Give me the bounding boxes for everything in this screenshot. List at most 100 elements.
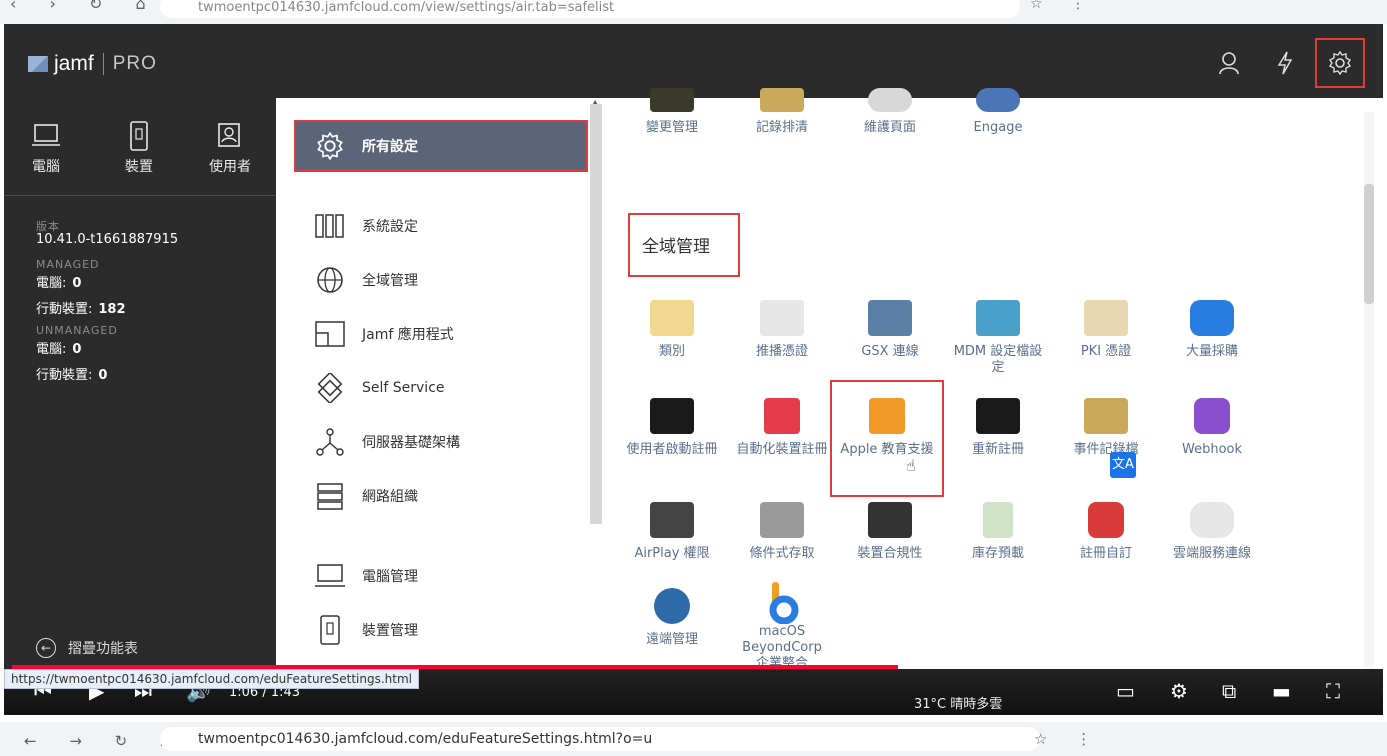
tile-change-management[interactable]: 變更管理 (624, 88, 720, 136)
category-label: 電腦管理 (362, 569, 418, 585)
left-sidebar: 電腦 裝置 使用者 版本 10.41.0-t1661887915 MANAGED… (4, 100, 276, 689)
tile-cloud-services-connection[interactable]: 雲端服務連線 (1164, 502, 1260, 562)
re-enrollment-icon (976, 398, 1020, 434)
tile-macos-beyondcorp[interactable]: macOS BeyondCorp 企業整合 (734, 580, 830, 672)
unmanaged-computers: 電腦: 0 (36, 342, 82, 357)
gsx-icon (868, 300, 912, 336)
tile-device-compliance[interactable]: 裝置合規性 (842, 502, 938, 562)
category-network-organization[interactable]: 網路組織 (296, 472, 588, 520)
tile-gsx-connection[interactable]: GSX 連線 (842, 300, 938, 360)
tile-label: Webhook (1181, 442, 1243, 457)
fullscreen-icon[interactable]: ⛶ (1326, 679, 1340, 703)
category-global-management[interactable]: 全域管理 (296, 256, 588, 304)
tile-inventory-preload[interactable]: 庫存預載 (950, 502, 1046, 562)
tile-log-flushing[interactable]: 記錄排清 (734, 88, 830, 136)
tile-label: PKI 憑證 (1080, 344, 1132, 359)
translate-icon[interactable]: 文A (1110, 452, 1136, 478)
tile-re-enrollment[interactable]: 重新註冊 (950, 398, 1046, 458)
settings-category-list: 所有設定 系統設定 全域管理 Jamf 應用程式 Self Service 伺服… (276, 98, 602, 689)
section-title-global-management: 全域管理 (628, 213, 740, 277)
logo-separator (102, 53, 104, 75)
category-server-infrastructure[interactable]: 伺服器基礎架構 (296, 418, 588, 466)
tile-label: 遠端管理 (645, 632, 698, 647)
tile-pki-certificates[interactable]: PKI 憑證 (1058, 300, 1154, 360)
category-jamf-apps[interactable]: Jamf 應用程式 (296, 310, 588, 358)
change-management-icon (650, 88, 694, 112)
tile-label: 條件式存取 (749, 546, 815, 561)
unmanaged-label: UNMANAGED (36, 324, 118, 337)
network-node-icon (312, 424, 348, 460)
category-label: 系統設定 (362, 219, 418, 235)
tile-label: 維護頁面 (863, 120, 916, 135)
airplay-icon (650, 502, 694, 538)
category-scrollbar[interactable] (590, 104, 602, 524)
status-bar-url: https://twmoentpc014630.jamfcloud.com/ed… (4, 669, 419, 689)
category-all-settings[interactable]: 所有設定 (294, 120, 588, 172)
settings-panel: 所有設定 系統設定 全域管理 Jamf 應用程式 Self Service 伺服… (276, 88, 1383, 689)
tile-label: AirPlay 權限 (634, 546, 710, 561)
address-bar-top[interactable]: twmoentpc014630.jamfcloud.com/view/setti… (160, 0, 1020, 18)
nav-users[interactable]: 使用者 (200, 116, 260, 176)
nav-users-label: 使用者 (209, 159, 251, 175)
event-log-icon (1084, 398, 1128, 434)
tile-apple-education-support[interactable]: Apple 教育支援 ☝ (830, 380, 944, 497)
tile-mdm-profile-settings[interactable]: MDM 設定檔設定 (950, 300, 1046, 376)
nav-computers[interactable]: 電腦 (16, 116, 76, 176)
certificate-icon (1084, 300, 1128, 336)
tile-categories[interactable]: 類別 (624, 300, 720, 360)
tile-automated-device-enrollment[interactable]: 自動化裝置註冊 (734, 398, 830, 458)
education-icon (869, 398, 905, 434)
cloud-service-icon (1190, 502, 1234, 538)
address-bar[interactable]: twmoentpc014630.jamfcloud.com/eduFeature… (160, 727, 1040, 751)
category-device-management[interactable]: 裝置管理 (296, 606, 588, 654)
browser-extensions-top[interactable]: ☆ ⋮ (1030, 0, 1097, 12)
jamf-logo[interactable]: jamf PRO (28, 51, 157, 77)
tile-conditional-access[interactable]: 條件式存取 (734, 502, 830, 562)
tile-user-initiated-enrollment[interactable]: 使用者啟動註冊 (624, 398, 720, 458)
app-store-icon (1190, 300, 1234, 336)
tile-label: 庫存預載 (971, 546, 1024, 561)
arrow-left-circle-icon: ← (36, 638, 56, 658)
engage-icon (976, 88, 1020, 112)
category-label: Jamf 應用程式 (362, 327, 454, 343)
settings-icon[interactable]: ⚙ (1170, 679, 1188, 703)
subtitles-icon[interactable]: ▭ (1116, 679, 1135, 703)
nav-devices-label: 裝置 (125, 159, 153, 175)
managed-computers: 電腦: 0 (36, 276, 82, 291)
tile-label: 類別 (658, 344, 685, 359)
tile-webhook[interactable]: Webhook (1164, 398, 1260, 458)
version-label: 版本 (36, 220, 60, 233)
lightning-icon[interactable] (1270, 48, 1300, 78)
user-icon[interactable] (1214, 48, 1244, 78)
gear-icon[interactable] (1315, 38, 1365, 88)
collapse-menu-button[interactable]: ← 摺疊功能表 (36, 638, 138, 658)
browser-toolbar-top: ‹ › ↻ ⌂ twmoentpc014630.jamfcloud.com/vi… (0, 0, 1387, 24)
gear-icon (312, 128, 348, 164)
tile-maintenance-page[interactable]: 維護頁面 (842, 88, 938, 136)
category-computer-management[interactable]: 電腦管理 (296, 552, 588, 600)
tile-label: 裝置合規性 (857, 546, 923, 561)
cloud-push-icon (760, 300, 804, 336)
tile-label: 雲端服務連線 (1172, 546, 1251, 561)
miniplayer-icon[interactable]: ⧉ (1222, 679, 1236, 703)
tile-airplay-permissions[interactable]: AirPlay 權限 (624, 502, 720, 562)
tile-event-logs[interactable]: 事件記錄檔 文A (1058, 398, 1154, 478)
category-label: Self Service (362, 380, 445, 396)
category-label: 全域管理 (362, 273, 418, 289)
category-label: 所有設定 (362, 139, 418, 155)
main-scrollbar-thumb[interactable] (1364, 184, 1374, 304)
tile-push-certificates[interactable]: 推播憑證 (734, 300, 830, 360)
nav-devices[interactable]: 裝置 (109, 116, 169, 176)
folder-icon (650, 300, 694, 336)
tile-engage[interactable]: Engage (950, 88, 1046, 136)
theater-icon[interactable]: ▬ (1272, 679, 1291, 703)
tile-enrollment-customization[interactable]: 註冊自訂 (1058, 502, 1154, 562)
browser-extensions[interactable]: ☆ ⋮ (1034, 730, 1103, 748)
browser-nav-buttons[interactable]: ‹ › ↻ ⌂ (10, 0, 160, 13)
tile-volume-purchasing[interactable]: 大量採購 (1164, 300, 1260, 360)
tile-remote-management[interactable]: 遠端管理 (624, 588, 720, 648)
category-self-service[interactable]: Self Service (296, 364, 588, 412)
tile-label: Apple 教育支援 (840, 442, 934, 457)
category-system-settings[interactable]: 系統設定 (296, 202, 588, 250)
tile-label: 自動化裝置註冊 (736, 442, 828, 457)
